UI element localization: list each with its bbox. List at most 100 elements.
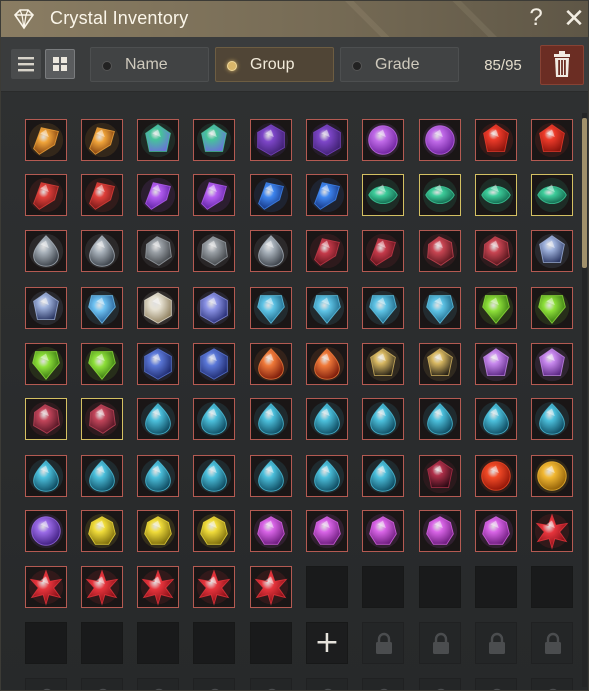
empty-slot[interactable]: [362, 566, 404, 608]
crystal-slot-lilac-gem[interactable]: [475, 343, 517, 385]
crystal-slot-cyan-teardrop[interactable]: [306, 398, 348, 440]
crystal-slot-violet-shard[interactable]: [193, 174, 235, 216]
crystal-slot-amber-shard[interactable]: [81, 119, 123, 161]
crystal-slot-crimson-rough[interactable]: [81, 398, 123, 440]
crystal-slot-green-leaf[interactable]: [531, 174, 573, 216]
crystal-slot-magenta-cluster[interactable]: [250, 510, 292, 552]
crystal-slot-grey-teardrop[interactable]: [81, 230, 123, 272]
crystal-slot-purple-orb[interactable]: [419, 119, 461, 161]
crystal-slot-red-gem[interactable]: [475, 119, 517, 161]
crystal-slot-magenta-cluster[interactable]: [362, 510, 404, 552]
crystal-slot-red-star[interactable]: [531, 510, 573, 552]
crystal-slot-teal-violet-crystal[interactable]: [137, 119, 179, 161]
crystal-slot-fire-drop[interactable]: [250, 343, 292, 385]
locked-slot[interactable]: [362, 678, 404, 690]
crystal-slot-red-shard[interactable]: [81, 174, 123, 216]
crystal-slot-gold-orb[interactable]: [531, 455, 573, 497]
crystal-slot-lime-prism[interactable]: [25, 343, 67, 385]
empty-slot[interactable]: [475, 566, 517, 608]
crystal-slot-cyan-teardrop[interactable]: [250, 455, 292, 497]
grid-view-button[interactable]: [45, 49, 75, 79]
crystal-slot-cyan-teardrop[interactable]: [137, 398, 179, 440]
crystal-slot-red-shard[interactable]: [25, 174, 67, 216]
empty-slot[interactable]: [250, 622, 292, 664]
crystal-slot-cyan-teardrop[interactable]: [531, 398, 573, 440]
help-button[interactable]: ?: [524, 3, 548, 33]
crystal-slot-blue-hex-gem[interactable]: [137, 343, 179, 385]
crystal-slot-cyan-teardrop[interactable]: [362, 455, 404, 497]
crystal-slot-crimson-chunk[interactable]: [419, 230, 461, 272]
crystal-slot-cyan-teardrop[interactable]: [362, 398, 404, 440]
crystal-slot-dark-crimson-gem[interactable]: [419, 455, 461, 497]
crystal-slot-yellow-cluster[interactable]: [193, 510, 235, 552]
crystal-slot-gold-black-gem[interactable]: [419, 343, 461, 385]
empty-slot[interactable]: [137, 622, 179, 664]
locked-slot[interactable]: [250, 678, 292, 690]
crystal-slot-red-star[interactable]: [250, 566, 292, 608]
crystal-slot-crimson-chunk[interactable]: [475, 230, 517, 272]
crystal-slot-cyan-prism[interactable]: [362, 287, 404, 329]
crystal-slot-silver-blue-gem[interactable]: [25, 287, 67, 329]
crystal-slot-magenta-cluster[interactable]: [306, 510, 348, 552]
crystal-slot-blue-shard[interactable]: [250, 174, 292, 216]
crystal-slot-yellow-cluster[interactable]: [137, 510, 179, 552]
empty-slot[interactable]: [306, 566, 348, 608]
crystal-slot-yellow-cluster[interactable]: [81, 510, 123, 552]
locked-slot[interactable]: [531, 678, 573, 690]
delete-button[interactable]: [540, 45, 584, 85]
crystal-slot-red-star[interactable]: [193, 566, 235, 608]
crystal-slot-sky-prism[interactable]: [81, 287, 123, 329]
crystal-slot-cyan-teardrop[interactable]: [25, 455, 67, 497]
crystal-slot-red-orb[interactable]: [475, 455, 517, 497]
empty-slot[interactable]: [531, 566, 573, 608]
crystal-slot-purple-orb[interactable]: [362, 119, 404, 161]
sort-by-grade-button[interactable]: Grade: [340, 47, 459, 82]
locked-slot[interactable]: [137, 678, 179, 690]
crystal-slot-red-gem[interactable]: [531, 119, 573, 161]
crystal-slot-teal-violet-crystal[interactable]: [193, 119, 235, 161]
crystal-slot-cyan-teardrop[interactable]: [193, 455, 235, 497]
crystal-slot-violet-orb[interactable]: [25, 510, 67, 552]
close-button[interactable]: ✕: [561, 5, 587, 31]
crystal-slot-cyan-teardrop[interactable]: [419, 398, 461, 440]
crystal-slot-cyan-teardrop[interactable]: [475, 398, 517, 440]
locked-slot[interactable]: [419, 678, 461, 690]
crystal-slot-gold-black-gem[interactable]: [362, 343, 404, 385]
crystal-slot-white-cube[interactable]: [137, 287, 179, 329]
crystal-slot-green-leaf[interactable]: [362, 174, 404, 216]
crystal-slot-lime-prism[interactable]: [475, 287, 517, 329]
locked-slot[interactable]: [419, 622, 461, 664]
locked-slot[interactable]: [531, 622, 573, 664]
crystal-slot-magenta-cluster[interactable]: [475, 510, 517, 552]
crystal-slot-grey-chunk[interactable]: [137, 230, 179, 272]
crystal-slot-cyan-teardrop[interactable]: [137, 455, 179, 497]
crystal-slot-crimson-rough[interactable]: [25, 398, 67, 440]
empty-slot[interactable]: [193, 622, 235, 664]
crystal-slot-magenta-cluster[interactable]: [419, 510, 461, 552]
list-view-button[interactable]: [11, 49, 41, 79]
crystal-slot-green-leaf[interactable]: [419, 174, 461, 216]
locked-slot[interactable]: [362, 622, 404, 664]
crystal-slot-red-star[interactable]: [81, 566, 123, 608]
crystal-slot-violet-hexagon[interactable]: [306, 119, 348, 161]
title-bar[interactable]: Crystal Inventory ? ✕: [1, 1, 588, 37]
crystal-slot-grey-teardrop[interactable]: [250, 230, 292, 272]
crystal-slot-blue-shard[interactable]: [306, 174, 348, 216]
sort-by-group-button[interactable]: Group: [215, 47, 334, 82]
crystal-slot-cyan-teardrop[interactable]: [306, 455, 348, 497]
crystal-slot-crimson-shard[interactable]: [306, 230, 348, 272]
empty-slot[interactable]: [81, 622, 123, 664]
crystal-slot-blue-hex-gem[interactable]: [193, 343, 235, 385]
crystal-slot-lime-prism[interactable]: [531, 287, 573, 329]
crystal-slot-silver-blue-gem[interactable]: [531, 230, 573, 272]
locked-slot[interactable]: [475, 622, 517, 664]
crystal-slot-lime-prism[interactable]: [81, 343, 123, 385]
crystal-slot-red-star[interactable]: [25, 566, 67, 608]
crystal-slot-cyan-teardrop[interactable]: [193, 398, 235, 440]
scrollbar-thumb[interactable]: [582, 118, 587, 268]
locked-slot[interactable]: [81, 678, 123, 690]
crystal-slot-fire-drop[interactable]: [306, 343, 348, 385]
crystal-slot-grey-chunk[interactable]: [193, 230, 235, 272]
crystal-slot-cyan-prism[interactable]: [419, 287, 461, 329]
crystal-slot-amber-shard[interactable]: [25, 119, 67, 161]
